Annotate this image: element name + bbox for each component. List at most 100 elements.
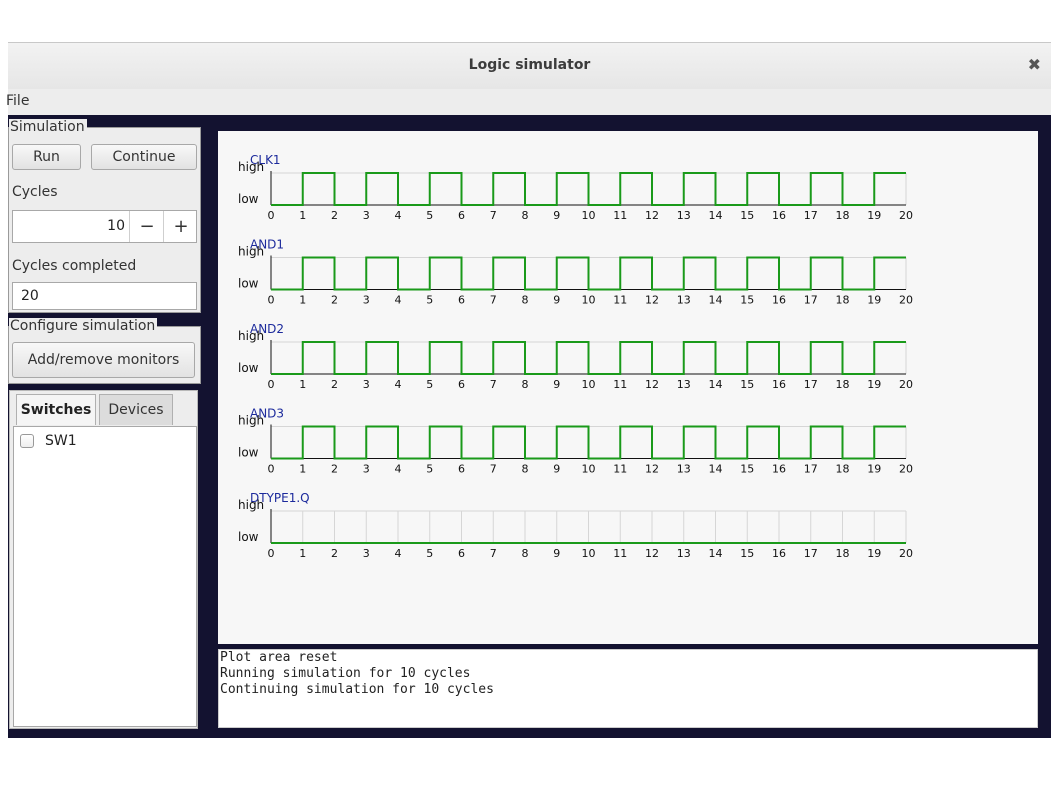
tick-label: 20 (899, 378, 913, 391)
tick-label: 5 (426, 209, 433, 222)
decrement-button[interactable]: − (129, 211, 164, 242)
tick-label: 18 (836, 209, 850, 222)
tick-label: 12 (645, 378, 659, 391)
tick-label: 20 (899, 294, 913, 307)
tick-label: 18 (836, 463, 850, 476)
switches-list: SW1 (13, 426, 197, 727)
tick-label: 20 (899, 209, 913, 222)
tick-label: 0 (268, 463, 275, 476)
high-label: high (238, 160, 264, 174)
tick-label: 1 (299, 463, 306, 476)
tick-label: 0 (268, 378, 275, 391)
tick-label: 17 (804, 378, 818, 391)
tick-label: 15 (740, 209, 754, 222)
high-label: high (238, 498, 264, 512)
tick-label: 12 (645, 209, 659, 222)
tick-label: 16 (772, 209, 786, 222)
tick-label: 10 (582, 209, 596, 222)
simulation-panel: Simulation Run Continue Cycles − + Cycle… (8, 119, 201, 313)
configure-panel: Configure simulation Add/remove monitors (8, 318, 201, 384)
cycles-completed-label: Cycles completed (12, 258, 137, 274)
tick-label: 3 (363, 209, 370, 222)
menu-file[interactable]: File (6, 93, 29, 109)
console-line: Plot area reset (220, 650, 338, 665)
tick-label: 6 (458, 463, 465, 476)
tick-label: 6 (458, 378, 465, 391)
tick-label: 0 (268, 209, 275, 222)
tick-label: 10 (582, 378, 596, 391)
tick-label: 20 (899, 463, 913, 476)
tick-label: 7 (490, 294, 497, 307)
tick-label: 13 (677, 209, 691, 222)
tick-label: 1 (299, 209, 306, 222)
signal-trace (271, 172, 906, 206)
tick-label: 5 (426, 294, 433, 307)
low-label: low (238, 446, 259, 460)
tick-label: 15 (740, 378, 754, 391)
tick-label: 16 (772, 547, 786, 560)
signal-trace (271, 341, 906, 375)
add-remove-monitors-button[interactable]: Add/remove monitors (12, 342, 195, 378)
tick-label: 4 (395, 378, 402, 391)
tab-switches[interactable]: Switches (16, 394, 96, 425)
high-label: high (238, 414, 264, 428)
tick-label: 16 (772, 463, 786, 476)
tick-label: 4 (395, 209, 402, 222)
tick-label: 9 (553, 378, 560, 391)
title-bar: Logic simulator ✖ (8, 43, 1051, 89)
tick-label: 0 (268, 294, 275, 307)
tick-label: 9 (553, 463, 560, 476)
menu-bar: File (6, 89, 1051, 115)
increment-button[interactable]: + (163, 211, 198, 242)
tick-label: 4 (395, 463, 402, 476)
tick-label: 17 (804, 209, 818, 222)
console-line: Continuing simulation for 10 cycles (220, 682, 494, 697)
tick-label: 10 (582, 547, 596, 560)
tick-label: 19 (867, 209, 881, 222)
tick-label: 7 (490, 209, 497, 222)
tick-label: 5 (426, 378, 433, 391)
tick-label: 10 (582, 294, 596, 307)
tick-label: 20 (899, 547, 913, 560)
app-window: Logic simulator ✖ File Simulation Run Co… (6, 42, 1051, 738)
tick-label: 9 (553, 547, 560, 560)
tick-label: 14 (709, 209, 723, 222)
tick-label: 11 (613, 294, 627, 307)
tick-label: 15 (740, 294, 754, 307)
continue-button[interactable]: Continue (91, 144, 197, 170)
tick-label: 2 (331, 294, 338, 307)
tick-label: 2 (331, 209, 338, 222)
tick-label: 14 (709, 463, 723, 476)
cycles-input[interactable] (13, 211, 125, 242)
high-label: high (238, 329, 264, 343)
tick-label: 13 (677, 294, 691, 307)
low-label: low (238, 530, 259, 544)
close-icon[interactable]: ✖ (1028, 55, 1041, 74)
tick-label: 7 (490, 547, 497, 560)
tick-label: 8 (522, 378, 529, 391)
signal-trace (271, 256, 906, 291)
plot-area: CLK1 high low 0 1 2 3 4 5 6 7 8 9 10 11 12 13 14 15 16 17 18 1… (218, 131, 1038, 644)
switch-label: SW1 (45, 433, 77, 449)
tick-label: 8 (522, 463, 529, 476)
tick-label: 16 (772, 294, 786, 307)
tab-devices[interactable]: Devices (99, 394, 173, 425)
tick-label: 10 (582, 463, 596, 476)
low-label: low (238, 361, 259, 375)
tick-label: 11 (613, 463, 627, 476)
tick-label: 8 (522, 547, 529, 560)
tick-label: 3 (363, 547, 370, 560)
message-console: Plot area reset Running simulation for 1… (218, 649, 1038, 728)
low-label: low (238, 277, 259, 291)
tick-label: 8 (522, 294, 529, 307)
tick-label: 12 (645, 547, 659, 560)
tick-label: 12 (645, 294, 659, 307)
tick-label: 3 (363, 378, 370, 391)
tick-label: 14 (709, 378, 723, 391)
switch-checkbox[interactable] (20, 434, 34, 448)
cycles-completed-field: 20 (12, 282, 197, 310)
run-button[interactable]: Run (12, 144, 81, 170)
tick-label: 18 (836, 547, 850, 560)
simulation-legend: Simulation (9, 119, 87, 135)
tick-label: 13 (677, 378, 691, 391)
